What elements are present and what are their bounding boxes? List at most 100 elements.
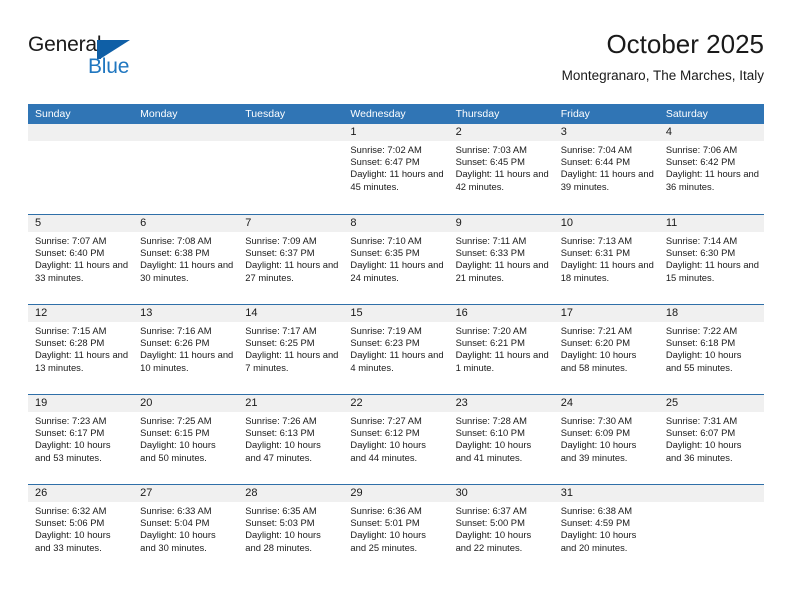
day-cell[interactable]: 7 Sunrise: 7:09 AM Sunset: 6:37 PM Daylight… — [238, 215, 344, 304]
daylight-text: Daylight: 11 hours and 30 minutes. — [140, 259, 234, 283]
daylight-text: Daylight: 11 hours and 45 minutes. — [350, 168, 444, 192]
general-blue-logo[interactable]: General Blue — [28, 32, 188, 88]
day-number: 4 — [658, 124, 764, 141]
day-cell[interactable]: 23 Sunrise: 7:28 AM Sunset: 6:10 PM Dayligh… — [448, 395, 554, 484]
day-details: Sunrise: 7:11 AM Sunset: 6:33 PM Daylight:… — [449, 232, 554, 284]
daylight-text: Daylight: 10 hours and 20 minutes. — [560, 529, 637, 553]
daylight-text: Daylight: 11 hours and 15 minutes. — [665, 259, 759, 283]
sunset-text: Sunset: 5:04 PM — [140, 517, 210, 529]
daylight-text: Daylight: 11 hours and 42 minutes. — [455, 168, 549, 192]
day-cell[interactable]: 31 Sunrise: 6:38 AM Sunset: 4:59 PM Dayligh… — [553, 485, 659, 574]
sunrise-text: Sunrise: 6:35 AM — [245, 505, 317, 516]
day-details: Sunrise: 6:33 AM Sunset: 5:04 PM Daylight:… — [133, 502, 238, 554]
day-cell[interactable]: 27 Sunrise: 6:33 AM Sunset: 5:04 PM Dayligh… — [133, 485, 239, 574]
day-cell[interactable]: 21 Sunrise: 7:26 AM Sunset: 6:13 PM Dayligh… — [238, 395, 344, 484]
day-cell[interactable]: 24 Sunrise: 7:30 AM Sunset: 6:09 PM Dayligh… — [553, 395, 659, 484]
day-cell[interactable]: 1 Sunrise: 7:02 AM Sunset: 6:47 PM Daylight… — [343, 124, 449, 214]
day-number: 30 — [448, 485, 554, 502]
daylight-text: Daylight: 10 hours and 30 minutes. — [140, 529, 216, 553]
day-number: 13 — [133, 305, 239, 322]
day-details: Sunrise: 7:15 AM Sunset: 6:28 PM Daylight:… — [28, 322, 133, 374]
day-cell[interactable]: 20 Sunrise: 7:25 AM Sunset: 6:15 PM Dayligh… — [133, 395, 239, 484]
day-details: Sunrise: 7:08 AM Sunset: 6:38 PM Daylight:… — [133, 232, 238, 284]
day-cell[interactable]: 3 Sunrise: 7:04 AM Sunset: 6:44 PM Daylight… — [553, 124, 659, 214]
sunset-text: Sunset: 5:01 PM — [350, 517, 420, 529]
day-details: Sunrise: 7:23 AM Sunset: 6:17 PM Daylight:… — [28, 412, 133, 464]
day-cell[interactable]: 4 Sunrise: 7:06 AM Sunset: 6:42 PM Daylight… — [658, 124, 764, 214]
day-number: 11 — [658, 215, 764, 232]
sunrise-text: Sunrise: 7:27 AM — [350, 415, 422, 426]
day-cell[interactable]: 10 Sunrise: 7:13 AM Sunset: 6:31 PM Dayligh… — [553, 215, 659, 304]
day-details: Sunrise: 7:04 AM Sunset: 6:44 PM Daylight:… — [554, 141, 659, 193]
sunset-text: Sunset: 6:28 PM — [35, 337, 105, 349]
sunset-text: Sunset: 6:12 PM — [350, 427, 420, 439]
daylight-text: Daylight: 11 hours and 13 minutes. — [35, 349, 129, 373]
day-cell[interactable]: 16 Sunrise: 7:20 AM Sunset: 6:21 PM Dayligh… — [448, 305, 554, 394]
sunrise-text: Sunrise: 7:09 AM — [245, 235, 317, 246]
day-details: Sunrise: 7:31 AM Sunset: 6:07 PM Daylight:… — [659, 412, 764, 464]
daylight-text: Daylight: 10 hours and 55 minutes. — [665, 349, 742, 373]
weekday-saturday: Saturday — [665, 108, 708, 120]
sunrise-text: Sunrise: 7:28 AM — [455, 415, 527, 426]
day-details: Sunrise: 7:30 AM Sunset: 6:09 PM Daylight:… — [554, 412, 659, 464]
day-cell[interactable]: 9 Sunrise: 7:11 AM Sunset: 6:33 PM Daylight… — [448, 215, 554, 304]
day-details: Sunrise: 7:09 AM Sunset: 6:37 PM Daylight:… — [238, 232, 343, 284]
sunrise-text: Sunrise: 6:36 AM — [350, 505, 422, 516]
day-cell[interactable]: 15 Sunrise: 7:19 AM Sunset: 6:23 PM Dayligh… — [343, 305, 449, 394]
day-number: 24 — [553, 395, 659, 412]
daylight-text: Daylight: 10 hours and 36 minutes. — [665, 439, 742, 463]
sunrise-text: Sunrise: 7:13 AM — [560, 235, 633, 246]
day-cell[interactable]: 12 Sunrise: 7:15 AM Sunset: 6:28 PM Dayligh… — [28, 305, 134, 394]
day-details: Sunrise: 7:26 AM Sunset: 6:13 PM Daylight:… — [238, 412, 343, 464]
day-details: Sunrise: 7:25 AM Sunset: 6:15 PM Daylight:… — [133, 412, 238, 464]
day-number: 3 — [553, 124, 659, 141]
day-details: Sunrise: 7:10 AM Sunset: 6:35 PM Daylight:… — [343, 232, 448, 284]
day-cell[interactable]: 19 Sunrise: 7:23 AM Sunset: 6:17 PM Dayligh… — [28, 395, 134, 484]
day-cell[interactable]: 18 Sunrise: 7:22 AM Sunset: 6:18 PM Dayligh… — [658, 305, 764, 394]
day-cell[interactable]: 17 Sunrise: 7:21 AM Sunset: 6:20 PM Dayligh… — [553, 305, 659, 394]
day-cell[interactable]: 13 Sunrise: 7:16 AM Sunset: 6:26 PM Dayligh… — [133, 305, 239, 394]
daylight-text: Daylight: 10 hours and 58 minutes. — [560, 349, 637, 373]
day-cell[interactable]: 11 Sunrise: 7:14 AM Sunset: 6:30 PM Dayligh… — [658, 215, 764, 304]
sunrise-text: Sunrise: 7:26 AM — [245, 415, 317, 426]
day-cell[interactable]: 6 Sunrise: 7:08 AM Sunset: 6:38 PM Daylight… — [133, 215, 239, 304]
daylight-text: Daylight: 10 hours and 53 minutes. — [35, 439, 111, 463]
weekday-friday: Friday — [560, 108, 590, 120]
day-details: Sunrise: 7:06 AM Sunset: 6:42 PM Daylight:… — [659, 141, 764, 193]
sunset-text: Sunset: 6:23 PM — [350, 337, 420, 349]
day-cell[interactable]: 5 Sunrise: 7:07 AM Sunset: 6:40 PM Daylight… — [28, 215, 134, 304]
day-number: 20 — [133, 395, 239, 412]
sunrise-text: Sunrise: 6:38 AM — [560, 505, 633, 516]
day-cell[interactable]: 28 Sunrise: 6:35 AM Sunset: 5:03 PM Dayligh… — [238, 485, 344, 574]
day-number: 17 — [553, 305, 659, 322]
sunset-text: Sunset: 6:47 PM — [350, 156, 420, 168]
page-title: October 2025 — [606, 29, 764, 59]
sunrise-text: Sunrise: 7:21 AM — [560, 325, 633, 336]
weekday-thursday: Thursday — [455, 108, 500, 120]
day-cell[interactable]: 2 Sunrise: 7:03 AM Sunset: 6:45 PM Daylight… — [448, 124, 554, 214]
day-cell[interactable]: 14 Sunrise: 7:17 AM Sunset: 6:25 PM Dayligh… — [238, 305, 344, 394]
calendar-grid: Sunday Monday Tuesday Wednesday Thursday… — [28, 104, 764, 574]
day-details: Sunrise: 7:02 AM Sunset: 6:47 PM Daylight:… — [343, 141, 448, 193]
day-number: 6 — [133, 215, 239, 232]
daylight-text: Daylight: 10 hours and 33 minutes. — [35, 529, 111, 553]
day-cell[interactable]: 29 Sunrise: 6:36 AM Sunset: 5:01 PM Dayligh… — [343, 485, 449, 574]
day-number: 14 — [238, 305, 344, 322]
week-row: 19 Sunrise: 7:23 AM Sunset: 6:17 PM Dayligh… — [28, 394, 764, 484]
day-number: 15 — [343, 305, 449, 322]
day-cell[interactable]: 8 Sunrise: 7:10 AM Sunset: 6:35 PM Daylight… — [343, 215, 449, 304]
day-number: 5 — [28, 215, 134, 232]
day-details: Sunrise: 6:32 AM Sunset: 5:06 PM Daylight:… — [28, 502, 133, 554]
title-block: October 2025 Montegranaro, The Marches, … — [562, 28, 764, 86]
week-row: 12 Sunrise: 7:15 AM Sunset: 6:28 PM Dayligh… — [28, 304, 764, 394]
day-number: 10 — [553, 215, 659, 232]
sunset-text: Sunset: 6:21 PM — [455, 337, 525, 349]
day-cell[interactable]: 25 Sunrise: 7:31 AM Sunset: 6:07 PM Dayligh… — [658, 395, 764, 484]
day-number: 9 — [448, 215, 554, 232]
day-cell[interactable]: 30 Sunrise: 6:37 AM Sunset: 5:00 PM Dayligh… — [448, 485, 554, 574]
day-cell[interactable]: 22 Sunrise: 7:27 AM Sunset: 6:12 PM Dayligh… — [343, 395, 449, 484]
day-details: Sunrise: 7:17 AM Sunset: 6:25 PM Daylight:… — [238, 322, 343, 374]
day-cell[interactable]: 26 Sunrise: 6:32 AM Sunset: 5:06 PM Dayligh… — [28, 485, 134, 574]
day-number: 16 — [448, 305, 554, 322]
day-details: Sunrise: 7:28 AM Sunset: 6:10 PM Daylight:… — [449, 412, 554, 464]
